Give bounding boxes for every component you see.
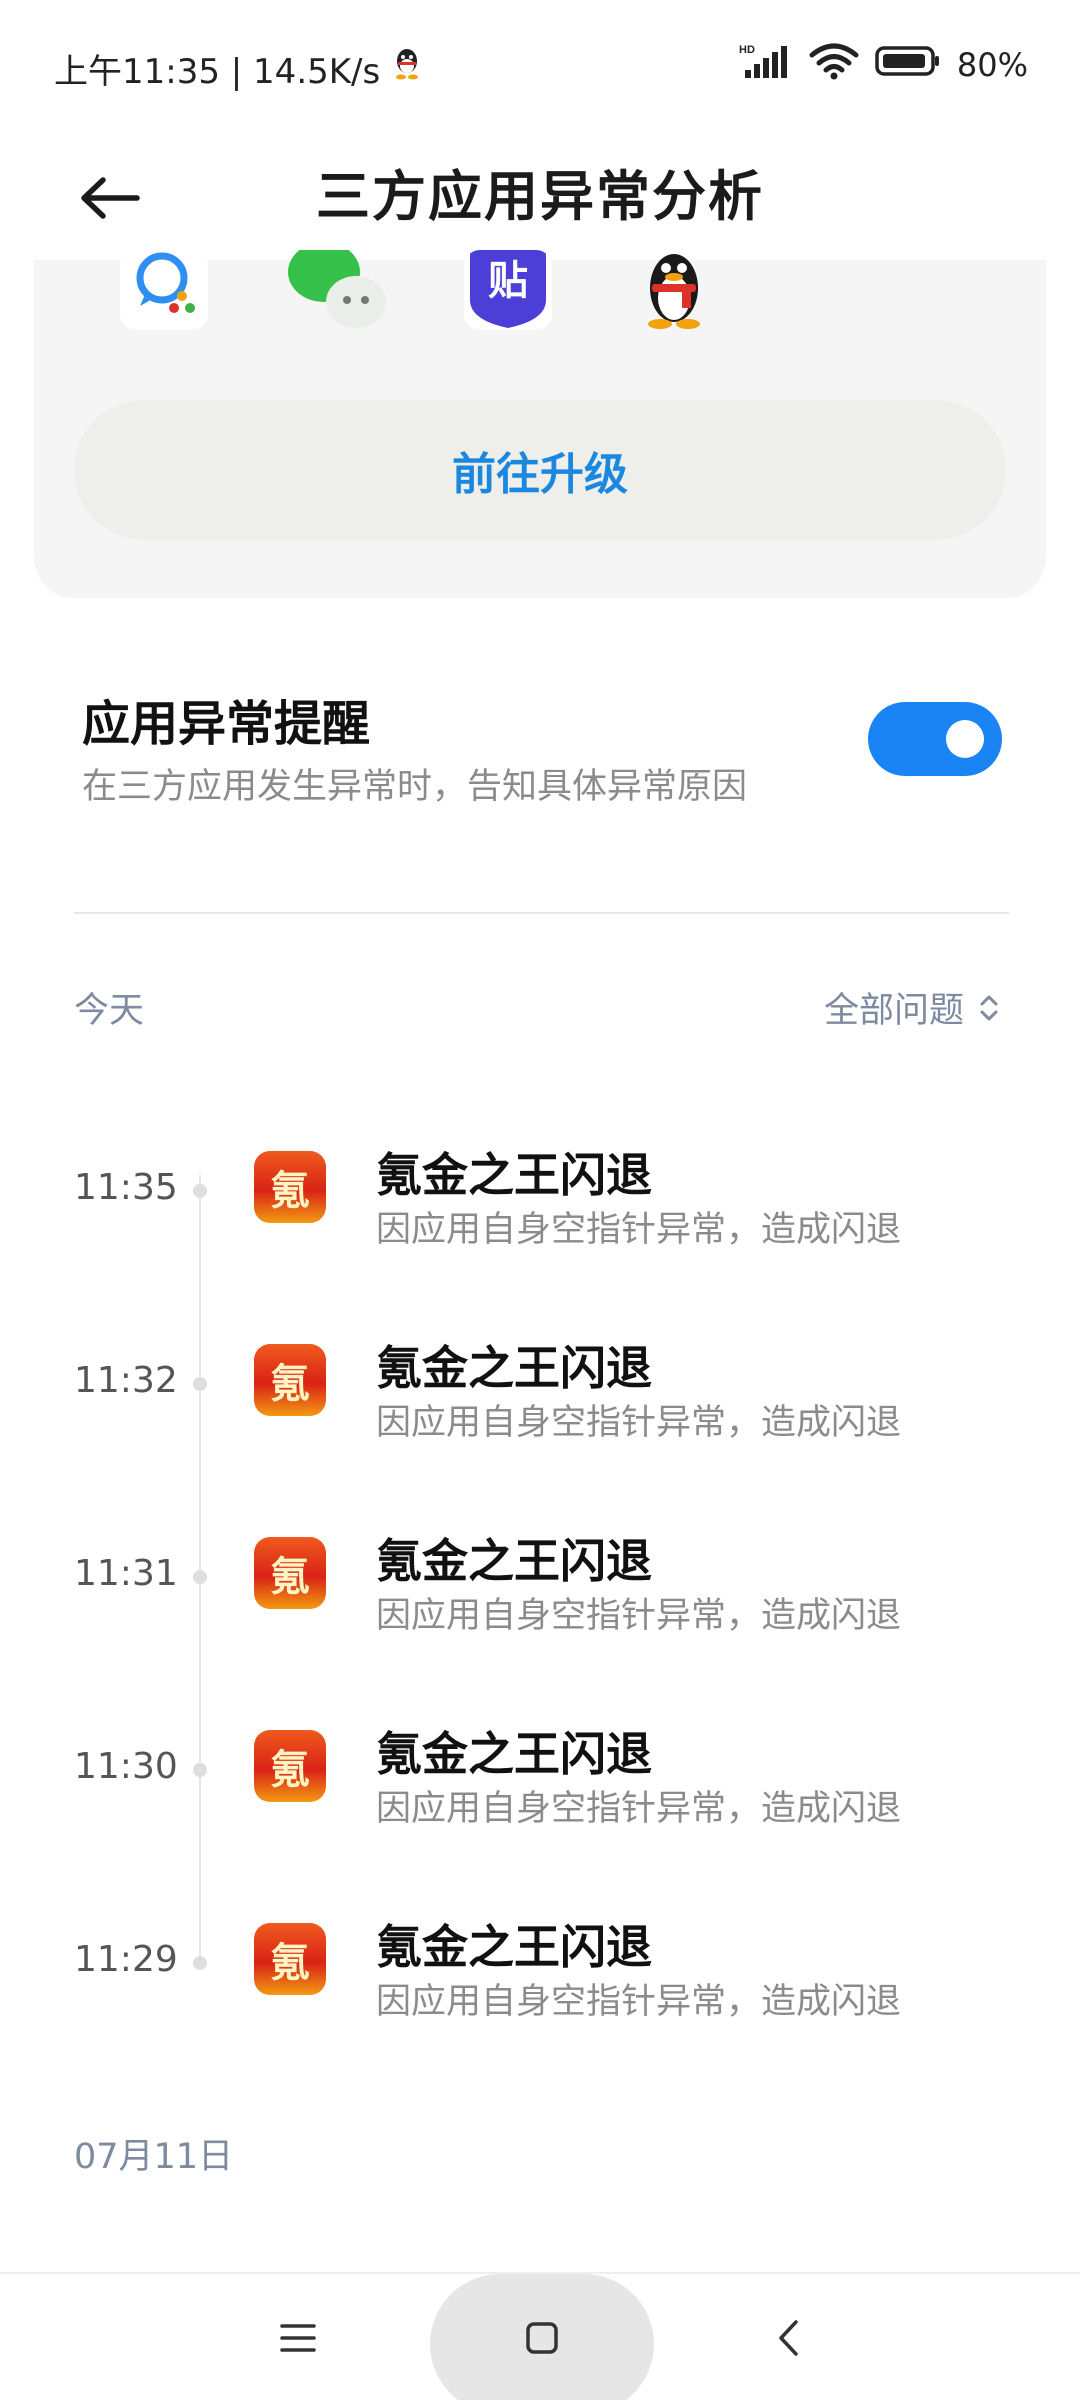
crash-list: 11:35 氪 氪金之王闪退 因应用自身空指针异常，造成闪退 11:32 氪 氪…: [0, 1115, 1080, 2080]
chevron-left-icon: [779, 2320, 798, 2356]
screen: 上午11:35 | 14.5K/s HD 80% 三方应用异常分析 贴 前往升级…: [0, 0, 1080, 2400]
tim-icon: [120, 250, 208, 330]
navigation-bar: [0, 2272, 1080, 2400]
header: 三方应用异常分析: [0, 130, 1080, 260]
filter-label: 全部问题: [823, 991, 964, 1031]
item-title: 氪金之王闪退: [376, 1341, 652, 1395]
list-item[interactable]: 11:29 氪 氪金之王闪退 因应用自身空指针异常，造成闪退: [0, 1887, 1080, 2080]
list-item[interactable]: 11:32 氪 氪金之王闪退 因应用自身空指针异常，造成闪退: [0, 1308, 1080, 1501]
svg-text:HD: HD: [739, 44, 755, 56]
item-description: 因应用自身空指针异常，造成闪退: [376, 1210, 902, 1250]
section-label-date: 07月11日: [74, 2137, 234, 2177]
timeline-dot: [193, 1570, 207, 1584]
tieba-icon: 贴: [464, 250, 552, 330]
timeline-dot: [193, 1184, 207, 1198]
menu-button[interactable]: [250, 2274, 346, 2400]
timeline-dot: [193, 1377, 207, 1391]
item-time: 11:35: [74, 1167, 178, 1208]
sort-chevron-icon: [980, 995, 998, 1020]
wechat-icon: [284, 250, 394, 330]
upgrade-card: 贴 前往升级: [34, 250, 1046, 598]
item-title: 氪金之王闪退: [376, 1727, 652, 1781]
signal-icon: HD: [739, 42, 793, 88]
item-title: 氪金之王闪退: [376, 1920, 652, 1974]
game-app-icon: 氪: [254, 1923, 326, 1995]
upgrade-button[interactable]: 前往升级: [74, 400, 1006, 540]
status-left: 上午11:35 | 14.5K/s: [54, 44, 422, 93]
alert-toggle[interactable]: [868, 702, 1002, 776]
divider: [74, 912, 1009, 914]
item-description: 因应用自身空指针异常，造成闪退: [376, 1789, 902, 1829]
qq-icon: [392, 47, 422, 90]
battery-percent: 80%: [956, 46, 1028, 84]
game-app-icon: 氪: [254, 1151, 326, 1223]
item-time: 11:29: [74, 1939, 178, 1980]
game-app-icon: 氪: [254, 1344, 326, 1416]
item-time: 11:31: [74, 1553, 178, 1594]
home-square-icon: [526, 2322, 558, 2354]
page-title: 三方应用异常分析: [316, 165, 764, 228]
alert-setting-description: 在三方应用发生异常时，告知具体异常原因: [82, 767, 748, 807]
wifi-icon: [809, 42, 859, 88]
timeline-dot: [193, 1763, 207, 1777]
alert-setting-title: 应用异常提醒: [82, 696, 371, 752]
status-bar: 上午11:35 | 14.5K/s HD 80%: [0, 0, 1080, 130]
filter-dropdown[interactable]: 全部问题: [824, 982, 1000, 1033]
item-time: 11:32: [74, 1360, 178, 1401]
home-button[interactable]: [494, 2274, 590, 2400]
status-time-speed: 上午11:35 | 14.5K/s: [54, 52, 381, 92]
item-description: 因应用自身空指针异常，造成闪退: [376, 1982, 902, 2022]
game-app-icon: 氪: [254, 1537, 326, 1609]
section-label-today: 今天: [74, 991, 145, 1031]
status-right: HD 80%: [739, 42, 1028, 88]
affected-app-icons: 贴: [84, 250, 884, 330]
alert-setting-row[interactable]: 应用异常提醒 在三方应用发生异常时，告知具体异常原因: [0, 660, 1080, 820]
list-item[interactable]: 11:31 氪 氪金之王闪退 因应用自身空指针异常，造成闪退: [0, 1501, 1080, 1694]
timeline-dot: [193, 1956, 207, 1970]
item-time: 11:30: [74, 1746, 178, 1787]
item-title: 氪金之王闪退: [376, 1148, 652, 1202]
list-item[interactable]: 11:35 氪 氪金之王闪退 因应用自身空指针异常，造成闪退: [0, 1115, 1080, 1308]
svg-text:贴: 贴: [488, 258, 528, 304]
battery-icon: [875, 44, 941, 86]
nav-back-button[interactable]: [740, 2274, 836, 2400]
game-app-icon: 氪: [254, 1730, 326, 1802]
menu-icon: [280, 2324, 316, 2352]
list-item[interactable]: 11:30 氪 氪金之王闪退 因应用自身空指针异常，造成闪退: [0, 1694, 1080, 1887]
qq-app-icon: [630, 250, 718, 330]
item-title: 氪金之王闪退: [376, 1534, 652, 1588]
item-description: 因应用自身空指针异常，造成闪退: [376, 1596, 902, 1636]
toggle-knob: [946, 720, 984, 758]
item-description: 因应用自身空指针异常，造成闪退: [376, 1403, 902, 1443]
